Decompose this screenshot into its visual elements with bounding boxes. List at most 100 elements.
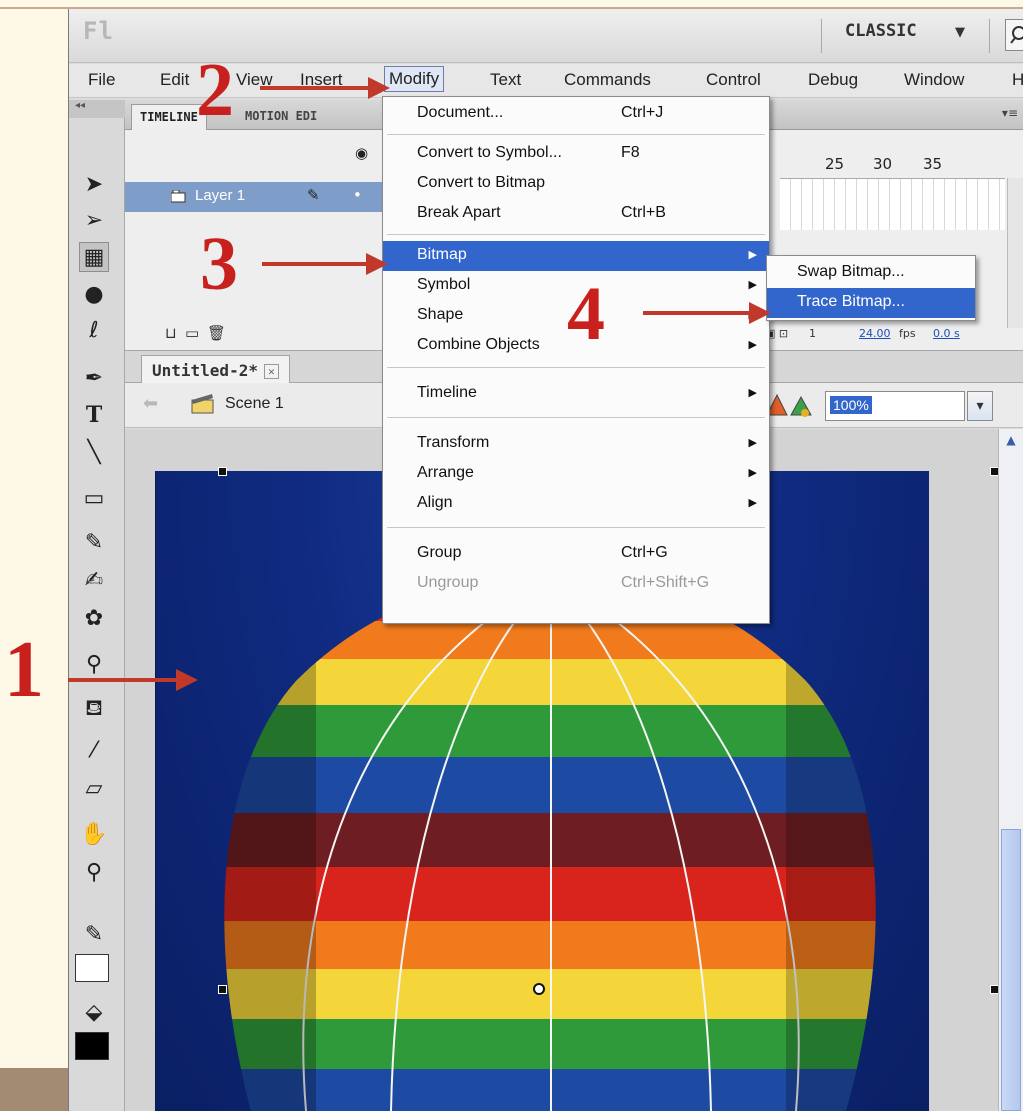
divider (821, 19, 822, 53)
menu-edit[interactable]: Edit (157, 70, 192, 90)
menu-help[interactable]: H (1009, 70, 1023, 90)
selection-icon[interactable]: ➤ (79, 170, 109, 200)
subselection-icon[interactable]: ➢ (79, 206, 109, 236)
chevron-down-icon[interactable]: ▾ (967, 391, 993, 421)
stroke-color-swatch[interactable] (75, 954, 109, 982)
lasso-icon[interactable]: ℓ (79, 316, 109, 346)
fill-color-swatch[interactable] (75, 1032, 109, 1060)
panel-menu-icon[interactable]: ▾≡ (1002, 106, 1018, 120)
menu-separator (387, 527, 765, 528)
flash-logo: Fl (83, 17, 114, 45)
new-folder-icon[interactable]: ▭ (185, 324, 199, 342)
eraser-icon[interactable]: ▱ (79, 774, 109, 804)
eye-icon[interactable]: ◉ (355, 144, 368, 162)
visibility-dot-icon[interactable]: • (353, 186, 362, 204)
zoom-value: 100% (830, 396, 872, 414)
fill-color-icon[interactable]: ⬙ (79, 998, 109, 1028)
menu-item-document[interactable]: Document... Ctrl+J (383, 99, 769, 129)
brush-icon[interactable]: ✍ (79, 566, 109, 596)
menu-item-timeline[interactable]: Timeline ▶ (383, 379, 769, 409)
deco-icon[interactable]: ✿ (79, 604, 109, 634)
menu-item-bitmap[interactable]: Bitmap ▶ (383, 241, 769, 271)
collapse-icon[interactable]: ◂◂ (69, 100, 125, 118)
menu-item-transform[interactable]: Transform ▶ (383, 429, 769, 459)
menu-item-arrange[interactable]: Arrange ▶ (383, 459, 769, 489)
eyedropper-icon[interactable]: ⁄ (79, 736, 109, 766)
scene-icon (191, 394, 214, 414)
zoom-icon[interactable]: ⚲ (79, 858, 109, 888)
menu-file[interactable]: File (85, 70, 118, 90)
bone-icon[interactable]: ⚲ (79, 650, 109, 680)
scene-label: Scene 1 (225, 395, 284, 412)
menu-item-ungroup: Ungroup Ctrl+Shift+G (417, 574, 710, 591)
close-icon[interactable]: ✕ (263, 364, 279, 379)
tools-panel: ◂◂ ➤ ➢ ▦ ● ℓ ✒ T ╲ ▭ ✎ ✍ ✿ ⚲ ⛾ ⁄ ▱ ✋ ⚲ ✎… (69, 100, 125, 1111)
menu-item-break-apart[interactable]: Break Apart Ctrl+B (383, 199, 769, 229)
zoom-select[interactable]: 100% (825, 391, 965, 421)
line-icon[interactable]: ╲ (79, 438, 109, 468)
submenu-arrow-icon: ▶ (748, 339, 757, 351)
menu-item-convert-to-symbol[interactable]: Convert to Symbol... F8 (383, 139, 769, 169)
document-tab[interactable]: Untitled-2* ✕ (141, 355, 290, 384)
document-title: Untitled-2* (152, 361, 258, 380)
layer-row[interactable]: Layer 1 ✎ • (125, 182, 385, 212)
flash-window: Fl CLASSIC ▼ File Edit View Insert Modif… (68, 9, 1023, 1111)
menu-window[interactable]: Window (901, 70, 967, 90)
arrow-head-icon (366, 253, 388, 275)
tab-motion-editor[interactable]: MOTION EDI (237, 104, 325, 130)
current-frame: 1 (809, 327, 816, 340)
menu-separator (387, 367, 765, 368)
free-transform-icon[interactable]: ▦ (79, 242, 109, 272)
rectangle-icon[interactable]: ▭ (79, 484, 109, 514)
menu-debug[interactable]: Debug (805, 70, 861, 90)
elapsed-time: 0.0 s (933, 327, 960, 340)
resize-handle[interactable] (218, 467, 227, 476)
menu-item-trace-bitmap[interactable]: Trace Bitmap... (767, 288, 975, 318)
slide-footer-bar (0, 1068, 68, 1111)
menu-modify[interactable]: Modify (384, 66, 445, 92)
pencil-icon[interactable]: ✎ (79, 528, 109, 558)
chevron-down-icon[interactable]: ▼ (955, 25, 965, 40)
submenu-arrow-icon: ▶ (748, 467, 757, 479)
bitmap-submenu: Swap Bitmap... Trace Bitmap... (766, 255, 976, 321)
timeline-scrollbar[interactable] (1007, 178, 1023, 328)
menu-text[interactable]: Text (487, 70, 524, 90)
menu-item-convert-to-bitmap[interactable]: Convert to Bitmap (383, 169, 769, 199)
resize-handle[interactable] (218, 985, 227, 994)
text-icon[interactable]: T (79, 400, 109, 430)
menu-control[interactable]: Control (703, 70, 764, 90)
back-arrow-icon[interactable]: ⬅ (143, 393, 158, 414)
scroll-thumb[interactable] (1001, 829, 1021, 1111)
scroll-up-icon[interactable]: ▲ (1001, 433, 1021, 453)
submenu-arrow-icon: ▶ (748, 387, 757, 399)
layer-controls: ⊔ ▭ 🗑 (125, 322, 385, 346)
trash-icon[interactable]: 🗑 (207, 324, 226, 342)
fps-unit: fps (899, 327, 916, 340)
timeline-status: ▣ ⊡ 1 24.00 fps 0.0 s (765, 322, 1023, 346)
stage-scrollbar[interactable]: ▲ (998, 429, 1023, 1111)
stroke-color-icon[interactable]: ✎ (79, 920, 109, 950)
workspace-switcher[interactable]: CLASSIC (845, 21, 917, 41)
menu-item-align[interactable]: Align ▶ (383, 489, 769, 519)
slide-margin (0, 9, 68, 1111)
fps-value[interactable]: 24.00 (859, 327, 891, 340)
step-2-label: 2 (196, 48, 234, 132)
layer-icon (171, 190, 186, 203)
transform-point[interactable] (533, 983, 545, 995)
edit-symbols-icon[interactable] (761, 389, 821, 421)
menu-commands[interactable]: Commands (561, 70, 654, 90)
3d-rotation-icon[interactable]: ● (79, 280, 109, 310)
pen-icon[interactable]: ✒ (79, 364, 109, 394)
menu-item-swap-bitmap[interactable]: Swap Bitmap... (767, 258, 975, 288)
frame-number: 35 (923, 155, 943, 173)
step-1-label: 1 (4, 626, 44, 714)
hand-icon[interactable]: ✋ (79, 820, 109, 850)
new-layer-icon[interactable]: ⊔ (165, 324, 177, 342)
menu-item-group[interactable]: Group Ctrl+G (383, 539, 769, 569)
paint-bucket-icon[interactable]: ⛾ (79, 694, 109, 724)
search-input[interactable] (1005, 19, 1023, 51)
step-1-arrow (68, 678, 180, 682)
arrow-head-icon (368, 77, 390, 99)
frames-grid[interactable] (780, 178, 1005, 230)
frame-number: 30 (873, 155, 893, 173)
